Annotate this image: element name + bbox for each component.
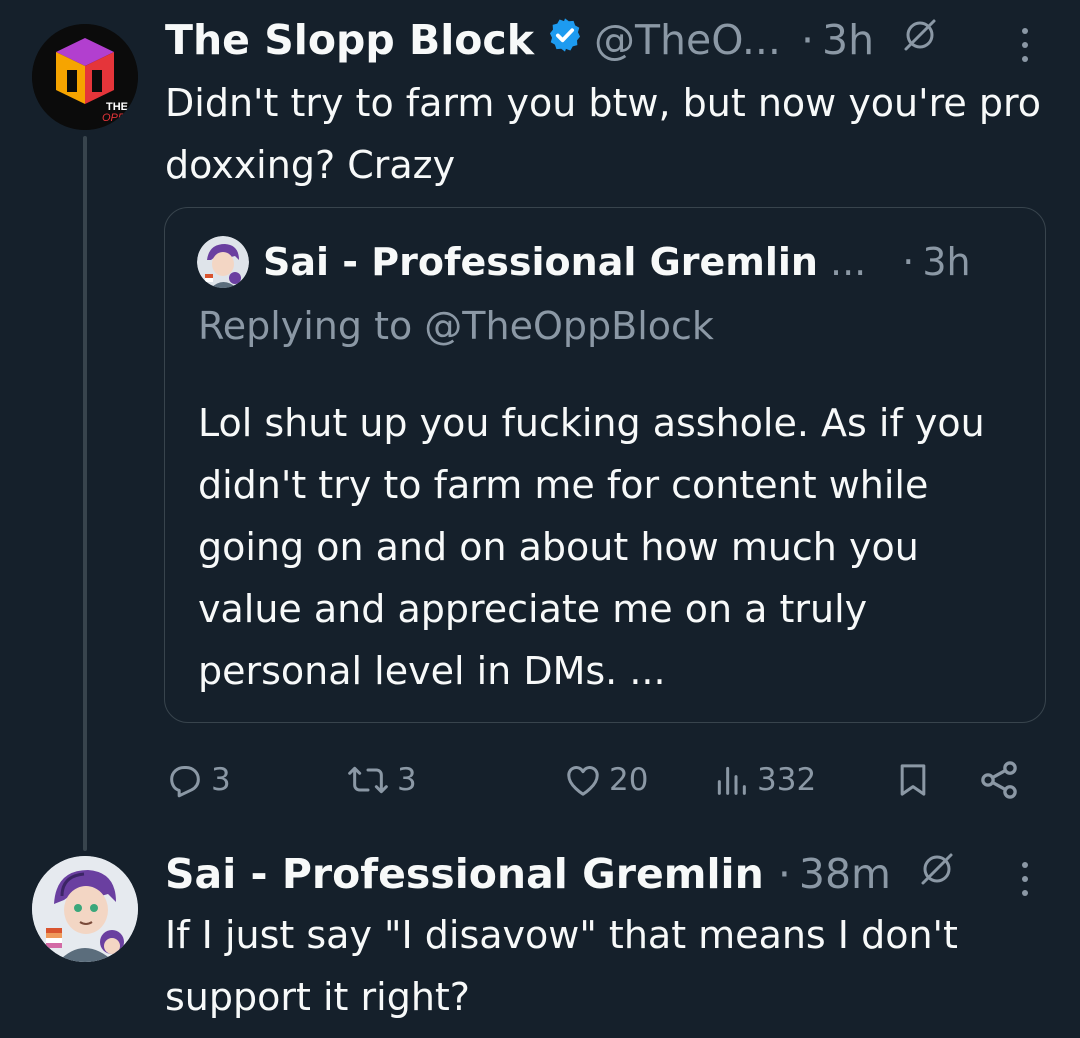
tweet1-text: Didn't try to farm you btw, but now you'… (165, 81, 1041, 187)
like-button[interactable]: 20 (563, 748, 648, 812)
tweet-action-bar: 3 3 20 332 (165, 748, 1035, 812)
author-handle[interactable]: @TheO... (594, 16, 781, 64)
author-name[interactable]: Sai - Professional Gremlin (165, 850, 764, 898)
tweet2-header: Sai - Professional Gremlin · 38m (165, 846, 957, 902)
views-count: 332 (757, 762, 817, 798)
author-name[interactable]: The Slopp Block (165, 16, 534, 64)
share-button[interactable] (977, 748, 1021, 812)
repost-count: 3 (397, 762, 417, 798)
tweet2-text: If I just say "I disavow" that means I d… (165, 913, 958, 1019)
tweet-time[interactable]: 38m (799, 850, 891, 898)
quoted-tweet-text: Lol shut up you fucking asshole. As if y… (198, 401, 985, 693)
reply-count: 3 (211, 762, 231, 798)
quoted-tweet-header: Sai - Professional Gremlin ... · 3h (197, 236, 971, 288)
repost-button[interactable]: 3 (345, 748, 417, 812)
avatar-sai-small[interactable] (197, 236, 249, 288)
quoted-tweet-time[interactable]: 3h (922, 240, 970, 284)
name-truncation: ... (830, 240, 867, 284)
quoted-author-name[interactable]: Sai - Professional Gremlin (263, 240, 818, 284)
grok-icon[interactable] (900, 15, 940, 65)
views-chart-icon (717, 766, 746, 795)
dot-separator: · (800, 16, 815, 64)
sai-character-avatar-icon (32, 856, 138, 962)
more-options-icon[interactable] (1022, 28, 1030, 62)
heart-icon (567, 766, 599, 796)
share-icon (981, 761, 1017, 799)
dot-separator: · (902, 240, 915, 284)
opp-block-logo-icon: THE OPP (32, 24, 138, 130)
verified-badge-icon (546, 16, 584, 64)
reply-icon (170, 766, 200, 798)
svg-text:OPP: OPP (102, 112, 126, 124)
repost-icon (348, 766, 388, 794)
bookmark-icon (900, 764, 926, 796)
avatar-sai-professional-gremlin[interactable] (32, 856, 138, 962)
grok-icon[interactable] (917, 849, 957, 899)
like-count: 20 (609, 762, 649, 798)
tweet1-header: The Slopp Block @TheO... · 3h (165, 12, 940, 68)
reply-button[interactable]: 3 (165, 748, 231, 812)
more-options-icon[interactable] (1022, 862, 1030, 896)
avatar-the-slopp-block[interactable]: THE OPP (32, 24, 138, 130)
thread-connector-line (83, 136, 87, 851)
views-button[interactable]: 332 (711, 748, 816, 812)
dot-separator: · (777, 850, 791, 898)
replying-to-label[interactable]: Replying to @TheOppBlock (198, 304, 714, 348)
bookmark-button[interactable] (893, 748, 933, 812)
tweet-time[interactable]: 3h (822, 16, 874, 64)
quoted-tweet-card[interactable]: Sai - Professional Gremlin ... · 3h Repl… (164, 207, 1046, 723)
